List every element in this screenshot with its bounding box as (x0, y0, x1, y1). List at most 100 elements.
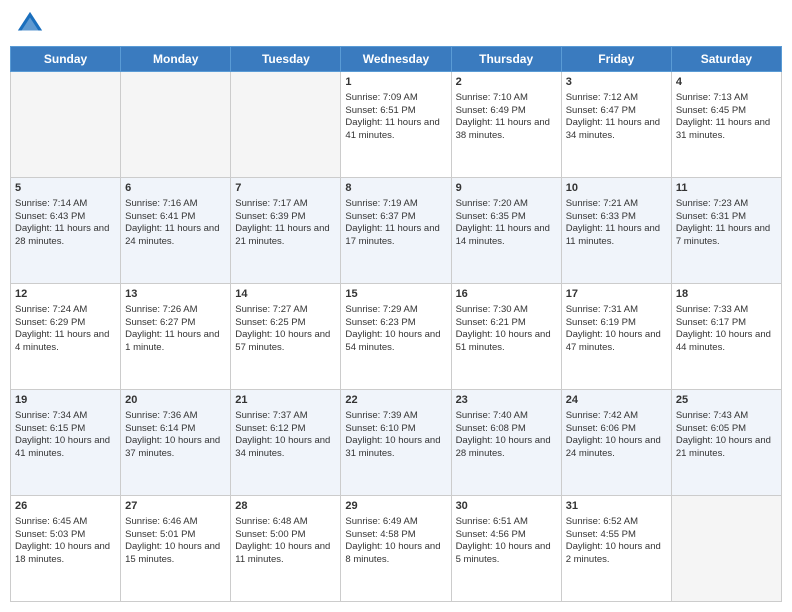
day-number: 14 (235, 287, 336, 302)
day-content: Daylight: 10 hours and 31 minutes. (345, 435, 446, 461)
day-content: Sunrise: 7:43 AM (676, 410, 777, 423)
calendar-cell: 24Sunrise: 7:42 AMSunset: 6:06 PMDayligh… (561, 390, 671, 496)
day-content: Sunrise: 7:36 AM (125, 410, 226, 423)
day-content: Daylight: 10 hours and 28 minutes. (456, 435, 557, 461)
day-content: Sunset: 6:06 PM (566, 423, 667, 436)
day-number: 18 (676, 287, 777, 302)
day-content: Sunset: 6:21 PM (456, 317, 557, 330)
calendar-cell: 6 Sunrise: 7:16 AMSunset: 6:41 PMDaylight… (121, 178, 231, 284)
day-number: 19 (15, 393, 116, 408)
day-content: Daylight: 11 hours and 28 minutes. (15, 223, 116, 249)
page: SundayMondayTuesdayWednesdayThursdayFrid… (0, 0, 792, 612)
day-content: Sunrise: 6:46 AM (125, 516, 226, 529)
day-number: 21 (235, 393, 336, 408)
day-content: Daylight: 10 hours and 41 minutes. (15, 435, 116, 461)
day-content: Sunset: 4:55 PM (566, 529, 667, 542)
day-content: Sunrise: 7:34 AM (15, 410, 116, 423)
day-content: Sunrise: 7:30 AM (456, 304, 557, 317)
calendar-cell: 9Sunrise: 7:20 AMSunset: 6:35 PMDaylight… (451, 178, 561, 284)
day-content: Daylight: 10 hours and 15 minutes. (125, 541, 226, 567)
day-content: Sunrise: 7:13 AM (676, 92, 777, 105)
day-content: Sunset: 6:39 PM (235, 211, 336, 224)
day-number: 1 (345, 75, 446, 90)
day-content: Daylight: 10 hours and 54 minutes. (345, 329, 446, 355)
day-content: Sunset: 6:33 PM (566, 211, 667, 224)
day-header-tuesday: Tuesday (231, 47, 341, 72)
day-content: Daylight: 10 hours and 8 minutes. (345, 541, 446, 567)
calendar-cell: 1Sunrise: 7:09 AMSunset: 6:51 PMDaylight… (341, 72, 451, 178)
day-content: Sunset: 6:27 PM (125, 317, 226, 330)
day-content: Daylight: 10 hours and 47 minutes. (566, 329, 667, 355)
day-content: Sunset: 6:10 PM (345, 423, 446, 436)
day-content: Daylight: 10 hours and 18 minutes. (15, 541, 116, 567)
calendar-cell (121, 72, 231, 178)
day-content: Daylight: 11 hours and 41 minutes. (345, 117, 446, 143)
day-content: Daylight: 11 hours and 1 minute. (125, 329, 226, 355)
day-number: 10 (566, 181, 667, 196)
day-content: Sunrise: 7:39 AM (345, 410, 446, 423)
day-content: Sunrise: 6:49 AM (345, 516, 446, 529)
day-content: Sunset: 4:58 PM (345, 529, 446, 542)
day-number: 3 (566, 75, 667, 90)
day-content: Sunrise: 7:14 AM (15, 198, 116, 211)
day-header-saturday: Saturday (671, 47, 781, 72)
day-content: Sunset: 6:43 PM (15, 211, 116, 224)
calendar-cell: 23Sunrise: 7:40 AMSunset: 6:08 PMDayligh… (451, 390, 561, 496)
day-content: Sunset: 6:49 PM (456, 105, 557, 118)
day-content: Sunrise: 7:33 AM (676, 304, 777, 317)
day-content: Sunrise: 7:26 AM (125, 304, 226, 317)
day-number: 20 (125, 393, 226, 408)
day-number: 24 (566, 393, 667, 408)
day-content: Sunset: 6:19 PM (566, 317, 667, 330)
day-header-monday: Monday (121, 47, 231, 72)
day-content: Sunset: 6:08 PM (456, 423, 557, 436)
calendar-cell: 15Sunrise: 7:29 AMSunset: 6:23 PMDayligh… (341, 284, 451, 390)
day-content: Daylight: 10 hours and 5 minutes. (456, 541, 557, 567)
calendar-cell: 28Sunrise: 6:48 AMSunset: 5:00 PMDayligh… (231, 496, 341, 602)
day-content: Daylight: 10 hours and 37 minutes. (125, 435, 226, 461)
day-content: Sunrise: 7:20 AM (456, 198, 557, 211)
day-number: 15 (345, 287, 446, 302)
day-content: Sunrise: 6:48 AM (235, 516, 336, 529)
day-number: 30 (456, 499, 557, 514)
day-content: Sunset: 6:41 PM (125, 211, 226, 224)
day-content: Sunrise: 7:21 AM (566, 198, 667, 211)
day-content: Daylight: 11 hours and 21 minutes. (235, 223, 336, 249)
day-number: 6 (125, 181, 226, 196)
calendar-cell: 8Sunrise: 7:19 AMSunset: 6:37 PMDaylight… (341, 178, 451, 284)
day-content: Sunrise: 7:17 AM (235, 198, 336, 211)
day-content: Sunset: 6:17 PM (676, 317, 777, 330)
day-content: Daylight: 10 hours and 57 minutes. (235, 329, 336, 355)
calendar-table: SundayMondayTuesdayWednesdayThursdayFrid… (10, 46, 782, 602)
day-content: Daylight: 10 hours and 2 minutes. (566, 541, 667, 567)
day-number: 16 (456, 287, 557, 302)
calendar-cell: 31Sunrise: 6:52 AMSunset: 4:55 PMDayligh… (561, 496, 671, 602)
day-number: 5 (15, 181, 116, 196)
day-number: 13 (125, 287, 226, 302)
calendar-cell: 5 Sunrise: 7:14 AMSunset: 6:43 PMDaylight… (11, 178, 121, 284)
day-content: Daylight: 11 hours and 17 minutes. (345, 223, 446, 249)
calendar-cell: 17Sunrise: 7:31 AMSunset: 6:19 PMDayligh… (561, 284, 671, 390)
day-content: Daylight: 11 hours and 31 minutes. (676, 117, 777, 143)
day-content: Sunset: 6:37 PM (345, 211, 446, 224)
day-content: Sunrise: 7:16 AM (125, 198, 226, 211)
calendar-cell: 18Sunrise: 7:33 AMSunset: 6:17 PMDayligh… (671, 284, 781, 390)
calendar-cell: 26Sunrise: 6:45 AMSunset: 5:03 PMDayligh… (11, 496, 121, 602)
calendar-cell: 4Sunrise: 7:13 AMSunset: 6:45 PMDaylight… (671, 72, 781, 178)
calendar-cell: 3Sunrise: 7:12 AMSunset: 6:47 PMDaylight… (561, 72, 671, 178)
day-content: Sunrise: 7:42 AM (566, 410, 667, 423)
calendar-cell: 7Sunrise: 7:17 AMSunset: 6:39 PMDaylight… (231, 178, 341, 284)
day-content: Sunset: 6:45 PM (676, 105, 777, 118)
header (10, 10, 782, 38)
day-content: Sunset: 4:56 PM (456, 529, 557, 542)
day-number: 22 (345, 393, 446, 408)
day-content: Sunrise: 7:40 AM (456, 410, 557, 423)
day-content: Sunrise: 7:37 AM (235, 410, 336, 423)
day-content: Daylight: 11 hours and 7 minutes. (676, 223, 777, 249)
calendar-cell: 22 Sunrise: 7:39 AMSunset: 6:10 PMDayligh… (341, 390, 451, 496)
day-content: Daylight: 11 hours and 24 minutes. (125, 223, 226, 249)
day-content: Sunrise: 7:23 AM (676, 198, 777, 211)
day-content: Sunset: 6:12 PM (235, 423, 336, 436)
calendar-cell: 16Sunrise: 7:30 AMSunset: 6:21 PMDayligh… (451, 284, 561, 390)
day-content: Sunrise: 7:19 AM (345, 198, 446, 211)
